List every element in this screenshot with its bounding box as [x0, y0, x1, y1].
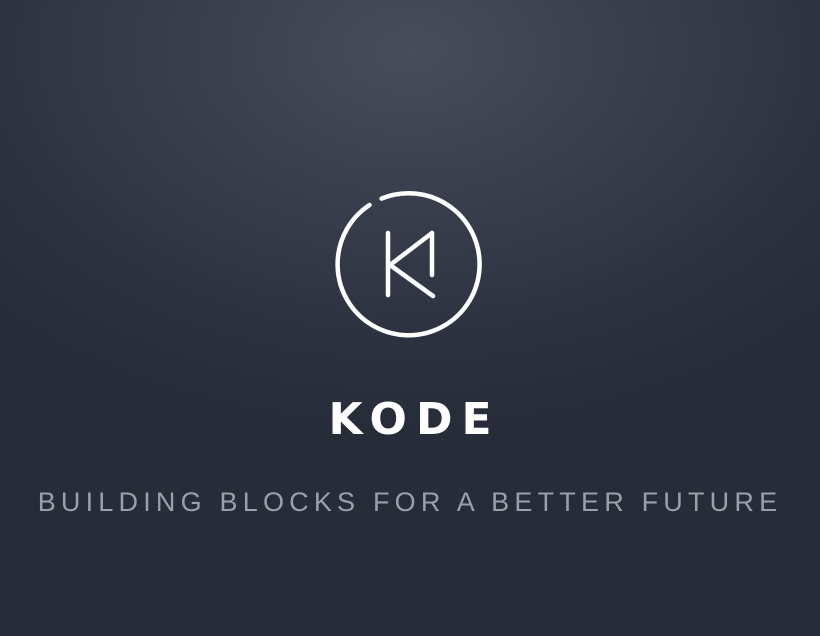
tagline: BUILDING BLOCKS FOR A BETTER FUTURE	[37, 487, 783, 517]
hero-section: KODE BUILDING BLOCKS FOR A BETTER FUTURE	[0, 0, 820, 636]
kode-logo-icon	[334, 188, 488, 342]
brand-name: KODE	[328, 394, 501, 445]
